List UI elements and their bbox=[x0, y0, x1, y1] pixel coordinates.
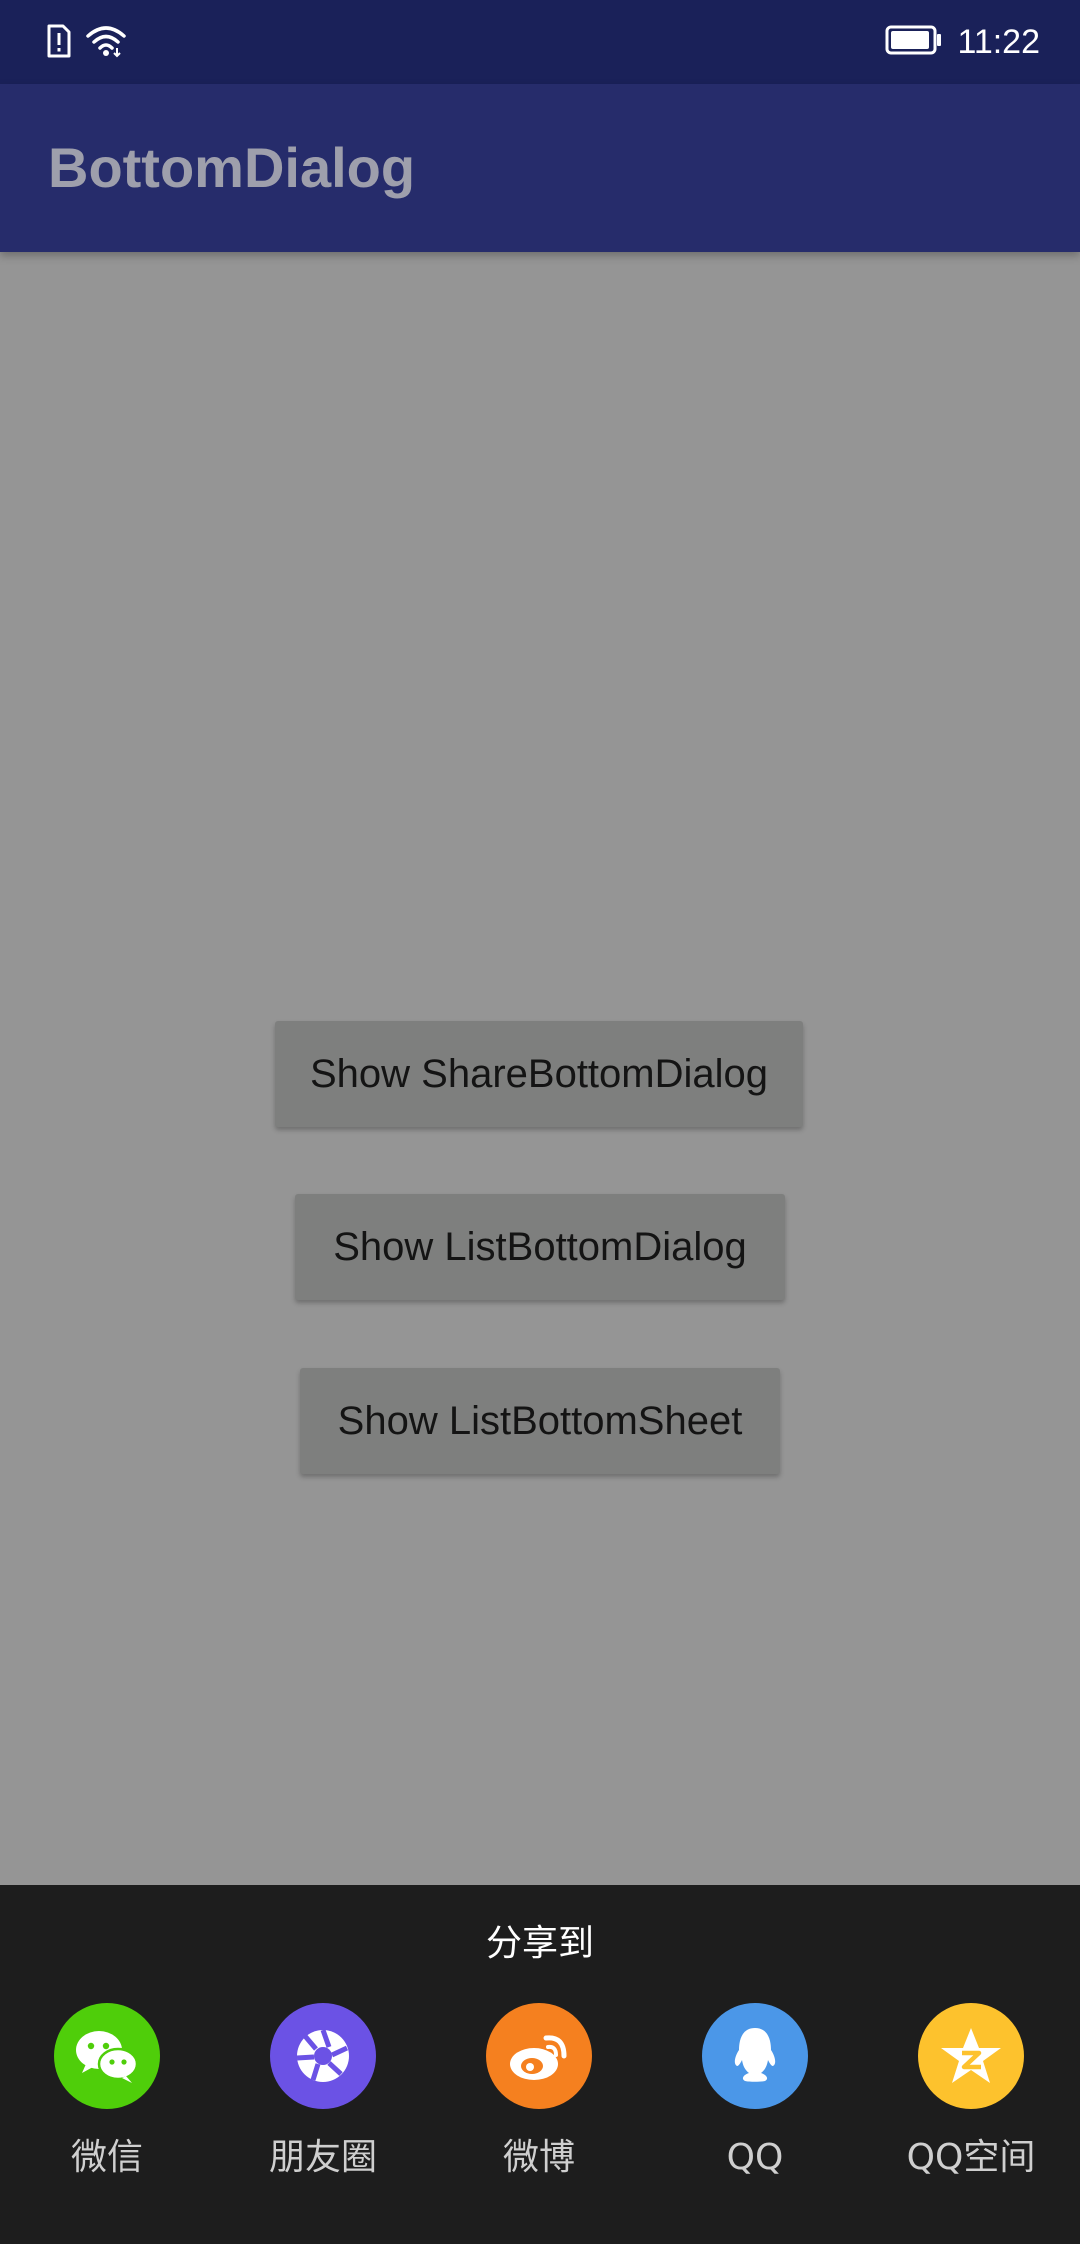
share-item-label: QQ空间 bbox=[906, 2137, 1036, 2178]
share-item-label: QQ bbox=[726, 2137, 784, 2178]
app-title: BottomDialog bbox=[48, 136, 416, 199]
wifi-icon bbox=[86, 24, 126, 62]
moments-icon bbox=[270, 2003, 376, 2109]
status-bar: 11:22 bbox=[0, 0, 1080, 84]
share-dialog-title: 分享到 bbox=[485, 1923, 594, 1964]
share-item-qzone[interactable]: QQ空间 bbox=[881, 2003, 1061, 2223]
share-item-qq[interactable]: QQ bbox=[665, 2003, 845, 2223]
qzone-icon bbox=[918, 2003, 1024, 2109]
battery-icon bbox=[885, 25, 943, 59]
share-bottom-dialog: 分享到 微信 朋友圈 微博 QQ QQ空间 bbox=[0, 1885, 1080, 2244]
share-item-label: 朋友圈 bbox=[268, 2137, 377, 2178]
share-item-label: 微信 bbox=[70, 2137, 143, 2178]
weibo-icon bbox=[486, 2003, 592, 2109]
wechat-icon bbox=[54, 2003, 160, 2109]
status-time: 11:22 bbox=[957, 23, 1040, 61]
share-item-wechat[interactable]: 微信 bbox=[17, 2003, 197, 2223]
show-list-bottom-dialog-button[interactable]: Show ListBottomDialog bbox=[295, 1194, 785, 1300]
qq-icon bbox=[702, 2003, 808, 2109]
share-item-moments[interactable]: 朋友圈 bbox=[233, 2003, 413, 2223]
status-right-icons: 11:22 bbox=[885, 20, 1040, 64]
share-item-label: 微博 bbox=[502, 2137, 575, 2178]
status-left-icons bbox=[46, 24, 126, 62]
app-bar: BottomDialog bbox=[0, 84, 1080, 252]
show-list-bottom-sheet-button[interactable]: Show ListBottomSheet bbox=[300, 1368, 780, 1474]
show-share-bottom-dialog-button[interactable]: Show ShareBottomDialog bbox=[275, 1021, 803, 1127]
share-item-weibo[interactable]: 微博 bbox=[449, 2003, 629, 2223]
sim-alert-icon bbox=[46, 24, 72, 62]
